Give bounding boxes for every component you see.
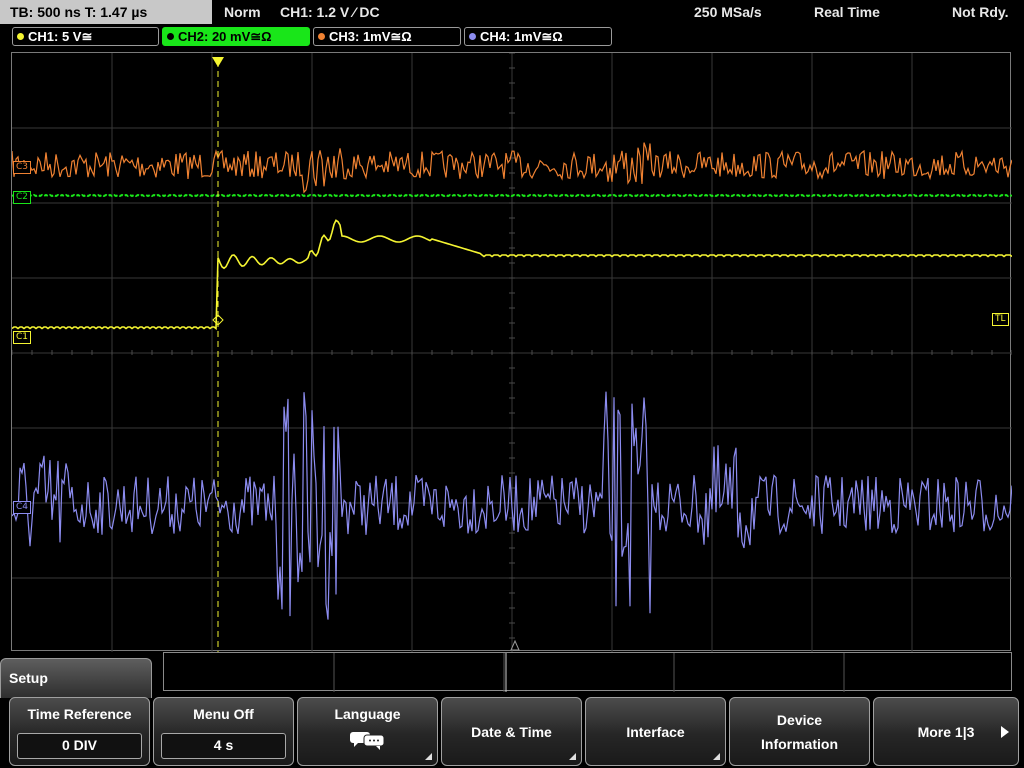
- more-softkey[interactable]: More 1|3: [873, 697, 1019, 766]
- trigger-mode[interactable]: Norm: [224, 0, 261, 24]
- ch3-color-icon: [318, 33, 325, 40]
- channel-tab-label: CH4: 1mV≅Ω: [480, 29, 563, 44]
- softkey-label: Time Reference: [27, 706, 132, 722]
- date-time-softkey[interactable]: Date & Time: [441, 697, 582, 766]
- arrow-right-icon: [1001, 726, 1009, 738]
- softkey-label: Menu Off: [193, 706, 254, 722]
- ch2-marker[interactable]: C2: [13, 191, 32, 204]
- submenu-indicator-icon: [425, 753, 432, 760]
- softkey-label: More 1|3: [917, 723, 975, 740]
- softkey-label: Language: [334, 706, 401, 722]
- ch1-color-icon: [17, 33, 24, 40]
- graticule-grid: [12, 53, 1012, 652]
- channel-tab-ch1[interactable]: CH1: 5 V≅: [12, 27, 159, 46]
- trigger-position-icon: [212, 57, 224, 67]
- submenu-indicator-icon: [569, 753, 576, 760]
- status-bar: TB: 500 ns T: 1.47 µs Norm CH1: 1.2 V ⁄ …: [0, 0, 1024, 24]
- record-overview: [163, 652, 1012, 692]
- channel-tab-label: CH3: 1mV≅Ω: [329, 29, 412, 44]
- overview-grid: [333, 653, 845, 692]
- softkey-label: Device Information: [761, 711, 838, 752]
- ch4-color-icon: [469, 33, 476, 40]
- trigger-info[interactable]: CH1: 1.2 V ⁄ DC: [280, 0, 380, 24]
- ch3-marker[interactable]: C3: [13, 161, 32, 174]
- interface-softkey[interactable]: Interface: [585, 697, 726, 766]
- menu-title: Setup: [0, 658, 152, 698]
- ch2-color-icon: [167, 33, 174, 40]
- time-reference-value: 0 DIV: [17, 733, 142, 759]
- ch4-marker[interactable]: C4: [13, 501, 32, 514]
- softkey-label: Interface: [626, 723, 685, 740]
- sample-rate: 250 MSa/s: [694, 4, 762, 20]
- timebase-readout[interactable]: TB: 500 ns T: 1.47 µs: [0, 0, 212, 24]
- channel-tab-label: CH1: 5 V≅: [28, 29, 93, 44]
- channel-tab-label: CH2: 20 mV≅Ω: [178, 29, 272, 44]
- channel-tab-ch3[interactable]: CH3: 1mV≅Ω: [313, 27, 461, 46]
- ch1-marker[interactable]: C1: [13, 331, 32, 344]
- menu-off-softkey[interactable]: Menu Off 4 s: [153, 697, 294, 766]
- channel-tab-ch4[interactable]: CH4: 1mV≅Ω: [464, 27, 612, 46]
- speech-bubbles-icon: [350, 732, 385, 750]
- ch2-waveform: [12, 193, 1012, 198]
- device-information-softkey[interactable]: Device Information: [729, 697, 870, 766]
- softkey-label: Date & Time: [471, 723, 552, 740]
- language-softkey[interactable]: Language: [297, 697, 438, 766]
- channel-tab-ch2[interactable]: CH2: 20 mV≅Ω: [162, 27, 310, 46]
- menu-off-value: 4 s: [161, 733, 286, 759]
- acquisition-mode: Real Time: [814, 4, 880, 20]
- trigger-level-marker[interactable]: TL: [992, 313, 1009, 326]
- submenu-indicator-icon: [713, 753, 720, 760]
- time-reference-softkey[interactable]: Time Reference 0 DIV: [9, 697, 150, 766]
- acquisition-status: Not Rdy.: [952, 4, 1009, 20]
- waveform-display[interactable]: C3 C2 C1 C4 TL: [11, 52, 1012, 652]
- waveform-graticule: [12, 53, 1012, 652]
